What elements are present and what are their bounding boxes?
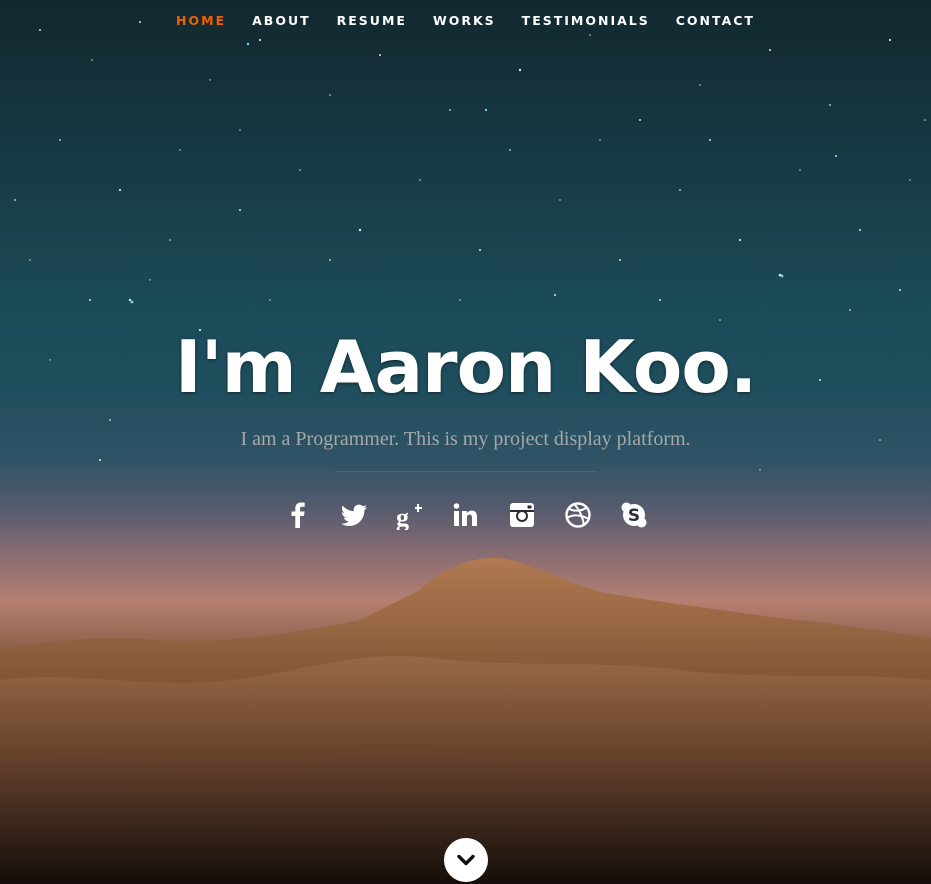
banner-divider xyxy=(335,471,597,472)
nav-item-resume[interactable]: RESUME xyxy=(324,12,420,30)
hero-banner: HOME ABOUT RESUME WORKS TESTIMONIALS CON… xyxy=(0,0,931,884)
chevron-down-icon xyxy=(457,854,475,866)
main-nav: HOME ABOUT RESUME WORKS TESTIMONIALS CON… xyxy=(0,12,931,30)
dribbble-icon[interactable] xyxy=(562,498,594,532)
banner-tagline: I am a Programmer. This is my project di… xyxy=(240,428,691,450)
skype-icon[interactable]: S xyxy=(618,498,650,532)
svg-text:g: g xyxy=(396,503,409,530)
nav-item-about[interactable]: ABOUT xyxy=(239,12,324,30)
twitter-icon[interactable] xyxy=(338,498,370,532)
nav-item-works[interactable]: WORKS xyxy=(420,12,509,30)
svg-text:S: S xyxy=(627,506,639,526)
desert-mountain-landscape xyxy=(0,557,931,884)
linkedin-icon[interactable] xyxy=(450,498,482,532)
banner-headline: I'm Aaron Koo. xyxy=(174,325,757,409)
nav-item-testimonials[interactable]: TESTIMONIALS xyxy=(509,12,663,30)
facebook-icon[interactable] xyxy=(282,498,314,532)
nav-item-home[interactable]: HOME xyxy=(163,12,239,30)
scroll-down-button[interactable] xyxy=(444,838,488,882)
social-links: g S xyxy=(0,498,931,532)
nav-item-contact[interactable]: CONTACT xyxy=(663,12,768,30)
instagram-icon[interactable] xyxy=(506,498,538,532)
google-plus-icon[interactable]: g xyxy=(394,498,426,532)
